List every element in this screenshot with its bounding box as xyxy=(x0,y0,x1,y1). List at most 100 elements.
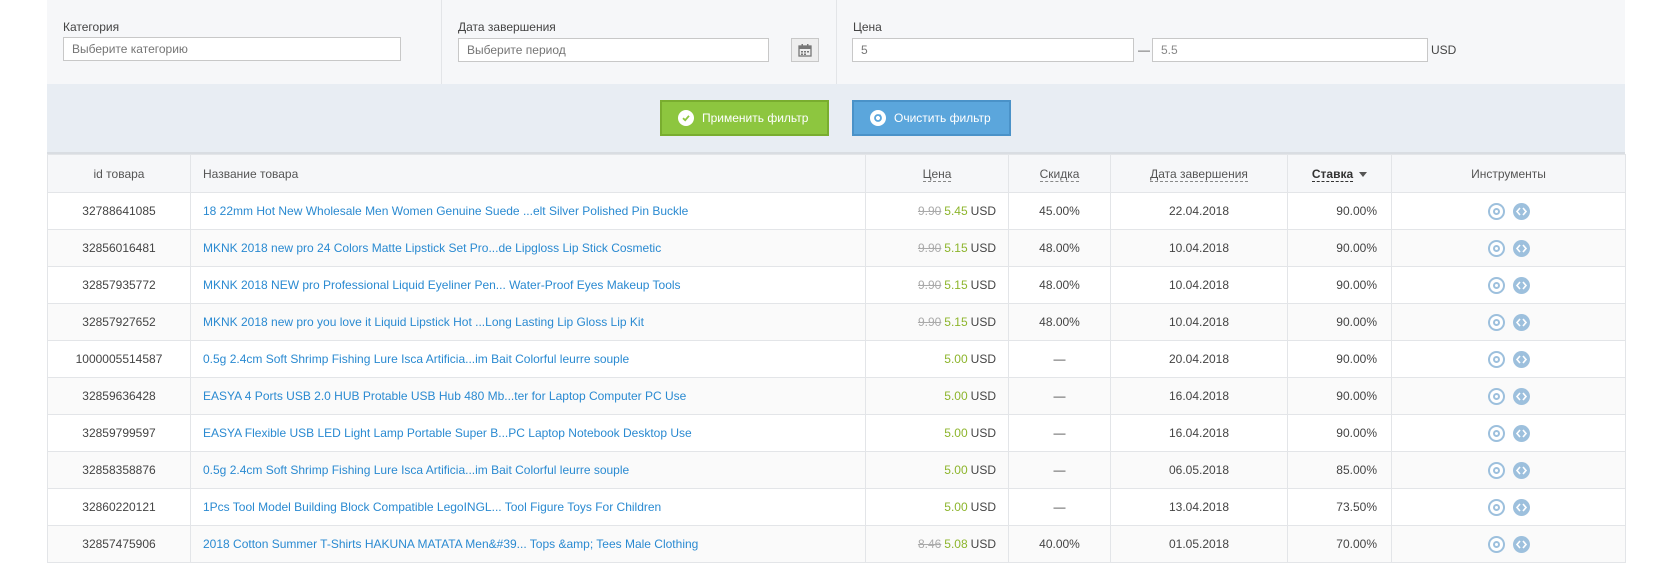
price-label: Цена xyxy=(853,20,882,34)
calendar-button[interactable] xyxy=(791,38,819,62)
end-date-filter: Дата завершения xyxy=(442,0,837,84)
price-currency: USD xyxy=(970,389,996,403)
target-icon[interactable] xyxy=(1487,239,1505,257)
code-icon[interactable] xyxy=(1512,350,1530,368)
target-icon[interactable] xyxy=(1487,461,1505,479)
product-name-link[interactable]: 0.5g 2.4cm Soft Shrimp Fishing Lure Isca… xyxy=(203,463,629,477)
price-currency: USD xyxy=(970,278,996,292)
discount: — xyxy=(1008,340,1111,378)
product-name-cell: EASYA 4 Ports USB 2.0 HUB Protable USB H… xyxy=(190,377,866,415)
target-icon[interactable] xyxy=(1487,350,1505,368)
rate: 90.00% xyxy=(1287,266,1392,304)
discount: — xyxy=(1008,488,1111,526)
discount: 48.00% xyxy=(1008,229,1111,267)
product-id: 32858358876 xyxy=(47,451,191,489)
code-icon[interactable] xyxy=(1512,202,1530,220)
tools-cell xyxy=(1391,229,1626,267)
price-cell: 5.00 USD xyxy=(865,414,1009,452)
end-date: 16.04.2018 xyxy=(1110,377,1288,415)
product-name-link[interactable]: 2018 Cotton Summer T-Shirts HAKUNA MATAT… xyxy=(203,537,698,551)
tools-cell xyxy=(1391,451,1626,489)
price-to-input[interactable] xyxy=(1152,38,1428,62)
category-filter: Категория xyxy=(47,0,442,84)
header-price[interactable]: Цена xyxy=(865,154,1009,193)
header-rate[interactable]: Ставка xyxy=(1287,154,1392,193)
tools-cell xyxy=(1391,414,1626,452)
target-icon[interactable] xyxy=(1487,498,1505,516)
product-name-link[interactable]: 18 22mm Hot New Wholesale Men Women Genu… xyxy=(203,204,688,218)
calendar-icon xyxy=(798,43,812,57)
rate: 90.00% xyxy=(1287,340,1392,378)
apply-filter-button[interactable]: Применить фильтр xyxy=(660,100,829,136)
end-date: 22.04.2018 xyxy=(1110,192,1288,230)
old-price: 8.46 xyxy=(917,537,942,551)
price-cell: 5.00 USD xyxy=(865,340,1009,378)
code-icon[interactable] xyxy=(1512,498,1530,516)
rate: 73.50% xyxy=(1287,488,1392,526)
code-icon[interactable] xyxy=(1512,535,1530,553)
category-input[interactable] xyxy=(63,37,401,61)
product-id: 32857927652 xyxy=(47,303,191,341)
price-cell: 5.00 USD xyxy=(865,451,1009,489)
end-date-input[interactable] xyxy=(458,38,769,62)
header-discount[interactable]: Скидка xyxy=(1008,154,1111,193)
target-icon[interactable] xyxy=(1487,313,1505,331)
price-from-input[interactable] xyxy=(852,38,1134,62)
clear-filter-label: Очистить фильтр xyxy=(894,111,991,125)
product-name-cell: MKNK 2018 new pro 24 Colors Matte Lipsti… xyxy=(190,229,866,267)
code-icon[interactable] xyxy=(1512,239,1530,257)
product-name-cell: 1Pcs Tool Model Building Block Compatibl… xyxy=(190,488,866,526)
price-currency: USD xyxy=(970,426,996,440)
code-icon[interactable] xyxy=(1512,461,1530,479)
header-id: id товара xyxy=(47,154,191,193)
target-icon[interactable] xyxy=(1487,424,1505,442)
target-icon[interactable] xyxy=(1487,535,1505,553)
current-price: 5.00 xyxy=(944,463,968,477)
rate: 90.00% xyxy=(1287,192,1392,230)
header-discount-label: Скидка xyxy=(1039,166,1080,182)
price-currency: USD xyxy=(1431,43,1457,57)
sort-desc-icon xyxy=(1359,171,1368,177)
current-price: 5.08 xyxy=(944,537,968,551)
current-price: 5.00 xyxy=(944,500,968,514)
header-end-date[interactable]: Дата завершения xyxy=(1110,154,1288,193)
rate: 90.00% xyxy=(1287,229,1392,267)
product-name-cell: MKNK 2018 new pro you love it Liquid Lip… xyxy=(190,303,866,341)
code-glyph-icon xyxy=(1515,502,1527,512)
target-icon[interactable] xyxy=(1487,202,1505,220)
product-name-link[interactable]: MKNK 2018 new pro you love it Liquid Lip… xyxy=(203,315,644,329)
header-end-date-label: Дата завершения xyxy=(1150,166,1248,182)
end-date: 10.04.2018 xyxy=(1110,266,1288,304)
target-icon[interactable] xyxy=(1487,276,1505,294)
table-row: 32788641085 18 22mm Hot New Wholesale Men… xyxy=(47,192,1626,230)
clear-filter-button[interactable]: Очистить фильтр xyxy=(852,100,1011,136)
page: Категория Дата завершения Цена — USD xyxy=(47,0,1626,576)
code-icon[interactable] xyxy=(1512,387,1530,405)
code-glyph-icon xyxy=(1515,539,1527,549)
product-name-link[interactable]: EASYA 4 Ports USB 2.0 HUB Protable USB H… xyxy=(203,389,686,403)
product-name-link[interactable]: MKNK 2018 new pro 24 Colors Matte Lipsti… xyxy=(203,241,661,255)
product-name-cell: 18 22mm Hot New Wholesale Men Women Genu… xyxy=(190,192,866,230)
product-name-cell: MKNK 2018 NEW pro Professional Liquid Ey… xyxy=(190,266,866,304)
product-name-link[interactable]: EASYA Flexible USB LED Light Lamp Portab… xyxy=(203,426,692,440)
code-glyph-icon xyxy=(1515,317,1527,327)
code-icon[interactable] xyxy=(1512,424,1530,442)
table-row: 32859799597 EASYA Flexible USB LED Light … xyxy=(47,414,1626,452)
code-glyph-icon xyxy=(1515,428,1527,438)
code-icon[interactable] xyxy=(1512,276,1530,294)
rate: 90.00% xyxy=(1287,377,1392,415)
target-icon[interactable] xyxy=(1487,387,1505,405)
product-name-link[interactable]: 0.5g 2.4cm Soft Shrimp Fishing Lure Isca… xyxy=(203,352,629,366)
code-icon[interactable] xyxy=(1512,313,1530,331)
current-price: 5.00 xyxy=(944,352,968,366)
table-row: 32858358876 0.5g 2.4cm Soft Shrimp Fishin… xyxy=(47,451,1626,489)
code-glyph-icon xyxy=(1515,465,1527,475)
product-id: 1000005514587 xyxy=(47,340,191,378)
price-cell: 5.00 USD xyxy=(865,488,1009,526)
product-name-link[interactable]: 1Pcs Tool Model Building Block Compatibl… xyxy=(203,500,661,514)
product-name-cell: 0.5g 2.4cm Soft Shrimp Fishing Lure Isca… xyxy=(190,340,866,378)
price-cell: 8.46 5.08 USD xyxy=(865,525,1009,563)
product-name-link[interactable]: MKNK 2018 NEW pro Professional Liquid Ey… xyxy=(203,278,681,292)
old-price: 9.90 xyxy=(917,204,942,218)
table-row: 32857475906 2018 Cotton Summer T-Shirts H… xyxy=(47,525,1626,563)
